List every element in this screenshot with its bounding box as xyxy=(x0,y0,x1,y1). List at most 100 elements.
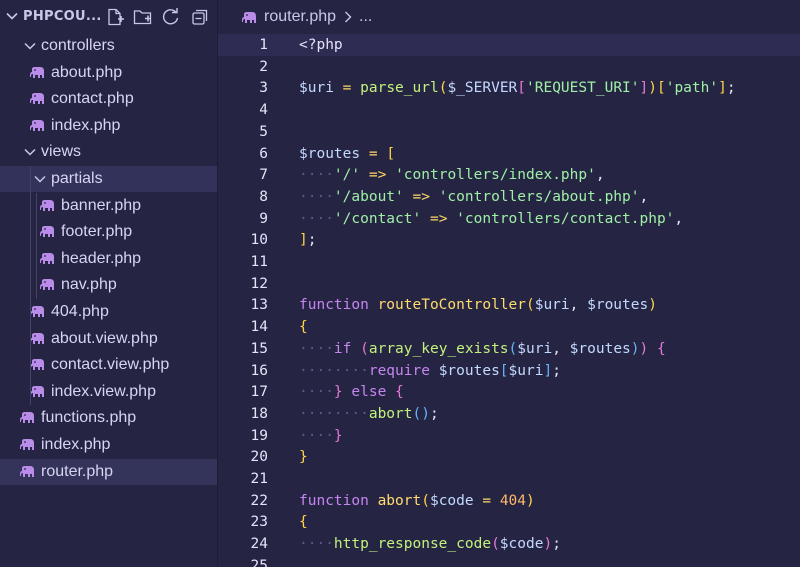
code-line[interactable]: ····if (array_key_exists($uri, $routes))… xyxy=(299,338,666,360)
tree-item-label: index.php xyxy=(41,436,111,453)
line-number: 17 xyxy=(250,384,268,401)
code-token: [ xyxy=(499,362,509,379)
code-line[interactable]: ····'/about' => 'controllers/about.php', xyxy=(299,186,648,208)
tree-file[interactable]: about.php xyxy=(0,60,217,86)
code-line[interactable]: ····'/' => 'controllers/index.php', xyxy=(299,164,605,186)
code-line[interactable]: { xyxy=(299,511,308,533)
code-token: { xyxy=(656,340,666,357)
php-file-icon xyxy=(20,465,34,477)
explorer-header[interactable]: PHPCOU... xyxy=(0,0,217,34)
code-line[interactable]: { xyxy=(299,316,308,338)
tree-file[interactable]: contact.php xyxy=(0,86,217,112)
code-line[interactable]: function routeToController($uri, $routes… xyxy=(299,294,657,316)
line-number: 12 xyxy=(250,275,268,292)
code-token: $uri xyxy=(508,362,544,379)
php-file-icon xyxy=(20,412,34,424)
refresh-button[interactable] xyxy=(161,7,181,27)
tree-folder[interactable]: partials xyxy=(0,166,217,192)
code-line[interactable]: ····'/contact' => 'controllers/contact.p… xyxy=(299,208,683,230)
indent-guide xyxy=(30,166,31,406)
code-line[interactable]: ····http_response_code($code); xyxy=(299,533,561,555)
breadcrumb-file[interactable]: router.php xyxy=(264,8,336,26)
code-line[interactable]: <?php xyxy=(299,34,343,56)
collapse-all-button[interactable] xyxy=(190,7,210,27)
code-editor[interactable]: 1 2 3 4 5 6 7 8 9 10 11 12 13 14 15 16 17 18 19 20 21 22 23 24 2… xyxy=(218,34,800,567)
tree-file[interactable]: about.view.php xyxy=(0,326,217,352)
project-title[interactable]: PHPCOU... xyxy=(23,9,102,24)
code-token: ; xyxy=(552,362,561,379)
new-file-icon xyxy=(108,8,124,26)
php-file-icon xyxy=(30,332,44,344)
chevron-down-icon[interactable] xyxy=(22,144,38,160)
new-file-button[interactable] xyxy=(105,7,125,27)
code-token: '/' xyxy=(333,167,361,184)
code-line[interactable]: ]; xyxy=(299,229,316,251)
code-token: $routes xyxy=(438,362,500,379)
new-folder-icon xyxy=(133,10,152,25)
code-line[interactable]: } xyxy=(299,446,308,468)
php-file-icon xyxy=(30,385,44,397)
php-file-icon xyxy=(30,119,44,131)
tree-file[interactable]: footer.php xyxy=(0,219,217,245)
code-token: ( xyxy=(508,340,518,357)
chevron-down-icon[interactable] xyxy=(22,38,38,54)
breadcrumb: router.php ... xyxy=(218,0,800,34)
tree-file[interactable]: functions.php xyxy=(0,405,217,431)
code-token: ( xyxy=(421,492,430,509)
code-line[interactable]: $routes = [ xyxy=(299,143,395,165)
tree-file[interactable]: router.php xyxy=(0,458,217,485)
line-number: 1 xyxy=(259,37,268,53)
code-token: '/about' xyxy=(333,188,404,205)
code-line[interactable]: ········abort(); xyxy=(299,403,439,425)
code-token: $routes xyxy=(587,297,649,314)
php-file-icon xyxy=(30,93,44,105)
code-token: ] xyxy=(639,80,649,97)
line-number: 2 xyxy=(259,58,268,75)
tree-item-label: index.php xyxy=(51,116,121,134)
code-line[interactable]: function abort($code = 404) xyxy=(299,490,535,512)
code-token: } xyxy=(299,449,308,466)
code-line[interactable]: $uri = parse_url($_SERVER['REQUEST_URI']… xyxy=(299,77,736,99)
chevron-down-icon[interactable] xyxy=(4,8,20,24)
tree-file[interactable]: index.php xyxy=(0,113,217,139)
chevron-down-icon[interactable] xyxy=(32,171,48,187)
new-folder-button[interactable] xyxy=(133,7,153,27)
tree-folder[interactable]: controllers xyxy=(0,33,217,59)
code-line[interactable]: ········require $routes[$uri]; xyxy=(299,360,561,382)
code-token: = xyxy=(482,492,492,509)
line-number: 21 xyxy=(250,471,268,487)
whitespace-marker: ···· xyxy=(299,188,334,205)
tree-item-label: controllers xyxy=(41,37,115,54)
code-token: => xyxy=(429,210,448,227)
whitespace-marker: ········ xyxy=(299,405,369,422)
breadcrumb-symbols[interactable]: ... xyxy=(359,8,372,26)
code-token: => xyxy=(412,188,430,205)
line-number: 7 xyxy=(259,167,268,184)
code-token: ) xyxy=(630,340,640,357)
code-token: [ xyxy=(656,80,666,97)
code-token: { xyxy=(299,514,308,531)
tree-file[interactable]: index.view.php xyxy=(0,379,217,405)
tree-item-label: 404.php xyxy=(51,303,109,320)
php-file-icon xyxy=(40,252,54,264)
code-line[interactable]: ····} else { xyxy=(299,381,404,403)
code-token: { xyxy=(299,319,308,336)
tree-file[interactable]: 404.php xyxy=(0,299,217,325)
tree-file[interactable]: index.php xyxy=(0,432,217,458)
line-number: 20 xyxy=(250,449,268,466)
code-line[interactable]: ····} xyxy=(299,425,343,447)
tree-folder[interactable]: views xyxy=(0,139,217,165)
tree-file[interactable]: nav.php xyxy=(0,272,217,298)
indent-guide xyxy=(36,192,37,299)
tree-file[interactable]: contact.view.php xyxy=(0,352,217,378)
tree-file[interactable]: banner.php xyxy=(0,193,217,219)
tree-file[interactable]: header.php xyxy=(0,246,217,272)
code-token: 404 xyxy=(499,492,527,509)
